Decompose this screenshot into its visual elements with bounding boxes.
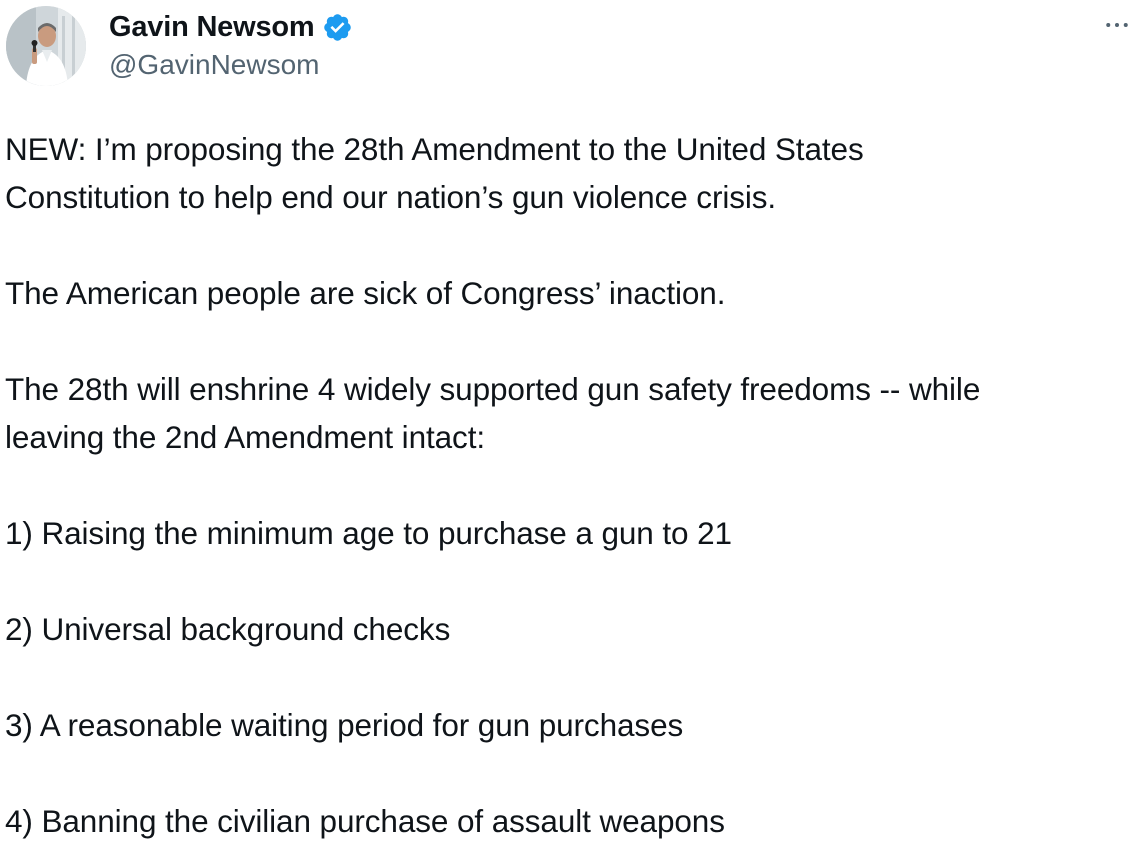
tweet-paragraph: 1) Raising the minimum age to purchase a… bbox=[5, 509, 1135, 557]
tweet-paragraph: 3) A reasonable waiting period for gun p… bbox=[5, 701, 1135, 749]
author-display-name[interactable]: Gavin Newsom bbox=[109, 11, 315, 44]
tweet-paragraph: 4) Banning the civilian purchase of assa… bbox=[5, 797, 1135, 845]
tweet-line: 1) Raising the minimum age to purchase a… bbox=[5, 515, 732, 551]
more-horizontal-icon bbox=[1106, 23, 1128, 27]
verified-badge-icon[interactable] bbox=[322, 12, 353, 43]
tweet-line: The American people are sick of Congress… bbox=[5, 275, 726, 311]
tweet-line: NEW: I’m proposing the 28th Amendment to… bbox=[5, 131, 864, 167]
tweet-paragraph: 2) Universal background checks bbox=[5, 605, 1135, 653]
author-handle[interactable]: @GavinNewsom bbox=[109, 49, 319, 81]
tweet-line: Constitution to help end our nation’s gu… bbox=[5, 179, 777, 215]
avatar[interactable] bbox=[6, 6, 86, 86]
more-options-button[interactable] bbox=[1100, 8, 1134, 42]
tweet-paragraph: The 28th will enshrine 4 widely supporte… bbox=[5, 365, 1135, 461]
profile-photo bbox=[6, 6, 86, 86]
tweet-paragraph: NEW: I’m proposing the 28th Amendment to… bbox=[5, 125, 1135, 221]
tweet-line: The 28th will enshrine 4 widely supporte… bbox=[5, 371, 981, 407]
tweet-line: leaving the 2nd Amendment intact: bbox=[5, 419, 486, 455]
tweet-paragraph: The American people are sick of Congress… bbox=[5, 269, 1135, 317]
tweet: Gavin Newsom @GavinNewsom NEW: I’m propo… bbox=[0, 0, 1142, 842]
tweet-line: 2) Universal background checks bbox=[5, 611, 451, 647]
tweet-line: 3) A reasonable waiting period for gun p… bbox=[5, 707, 684, 743]
tweet-text: NEW: I’m proposing the 28th Amendment to… bbox=[5, 125, 1135, 845]
author-name-row: Gavin Newsom bbox=[109, 10, 353, 44]
tweet-line: 4) Banning the civilian purchase of assa… bbox=[5, 803, 725, 839]
